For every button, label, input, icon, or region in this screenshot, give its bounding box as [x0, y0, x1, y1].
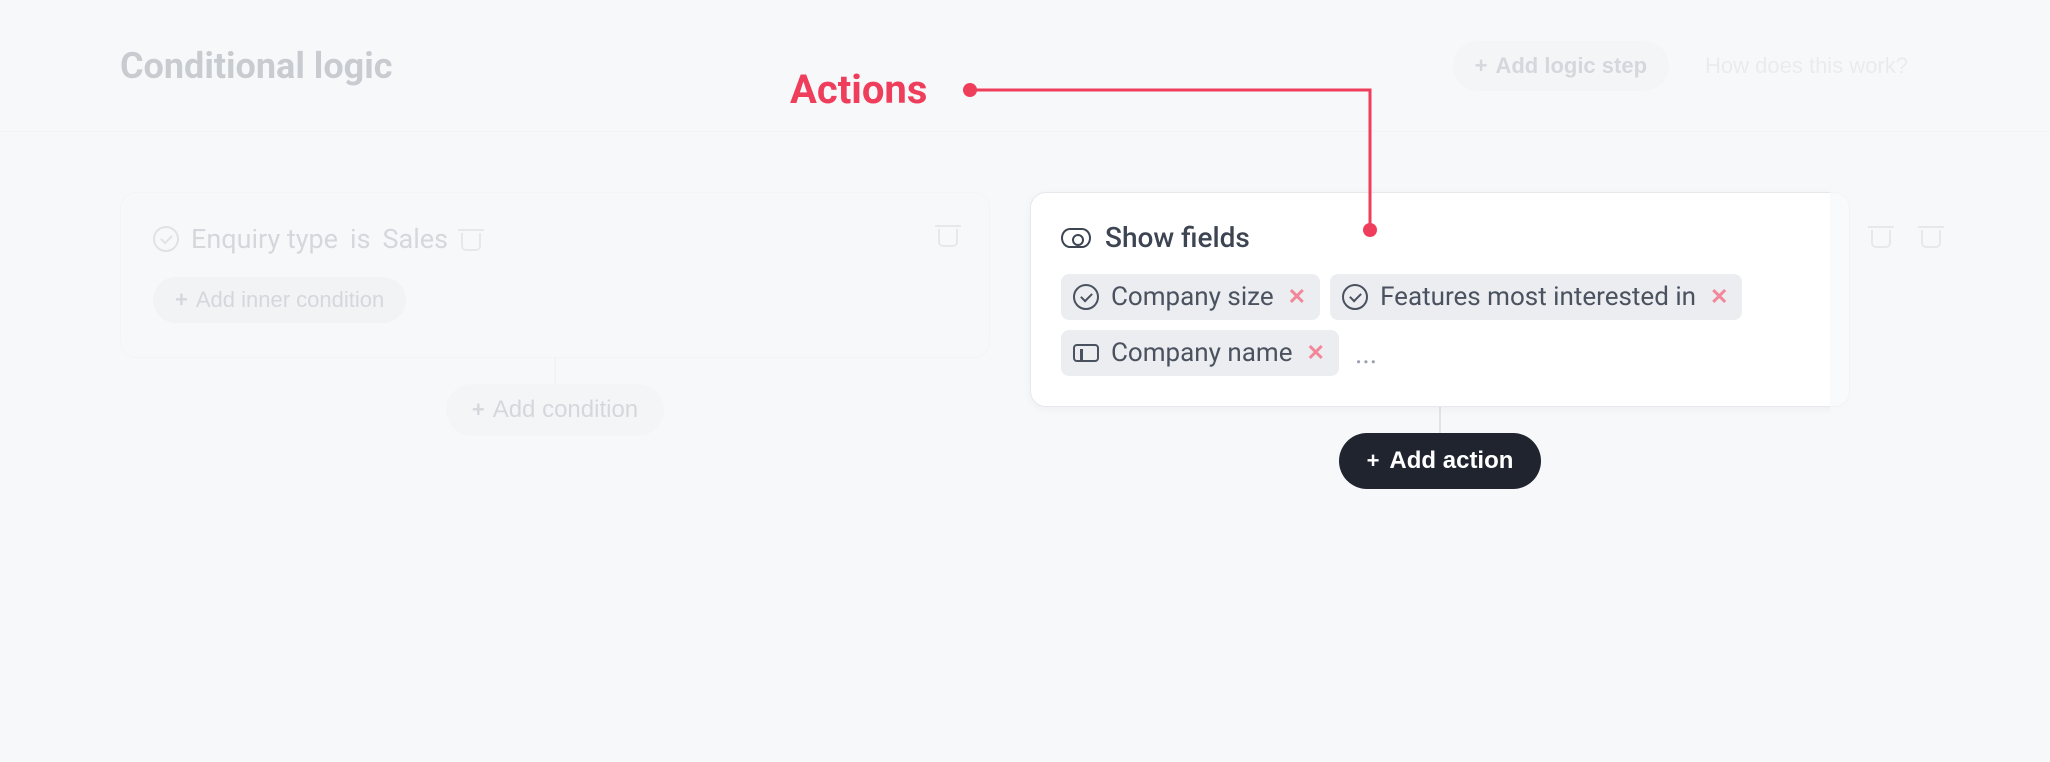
plus-icon: +	[1475, 55, 1488, 77]
connector-stub	[1439, 407, 1441, 433]
condition-row[interactable]: Enquiry type is Sales	[153, 223, 957, 255]
more-fields-menu[interactable]: ...	[1349, 337, 1383, 370]
trash-icon[interactable]	[937, 223, 959, 247]
page-title: Conditional logic	[120, 45, 393, 87]
add-condition-button[interactable]: + Add condition	[446, 384, 664, 436]
field-chip-label: Company name	[1111, 338, 1293, 368]
field-chip[interactable]: Features most interested in ✕	[1330, 274, 1742, 320]
field-chip[interactable]: Company name ✕	[1061, 330, 1339, 376]
logic-columns: Enquiry type is Sales + Add inner condit…	[0, 132, 2050, 489]
condition-card: Enquiry type is Sales + Add inner condit…	[120, 192, 990, 358]
connector-stub	[554, 358, 556, 384]
card-trash-group	[1870, 224, 1942, 248]
plus-icon: +	[175, 289, 188, 311]
condition-operator: is	[350, 223, 371, 255]
field-chip-label: Features most interested in	[1380, 282, 1696, 312]
action-field-chips: Company size ✕ Features most interested …	[1061, 274, 1819, 376]
add-logic-step-label: Add logic step	[1495, 53, 1647, 79]
add-condition-label: Add condition	[493, 396, 638, 424]
remove-chip-icon[interactable]: ✕	[1305, 341, 1327, 366]
how-link-label: How does this work?	[1705, 53, 1908, 79]
add-inner-condition-button[interactable]: + Add inner condition	[153, 277, 406, 323]
action-heading-row: Show fields	[1061, 221, 1819, 254]
add-action-button[interactable]: + Add action	[1339, 433, 1542, 489]
action-heading: Show fields	[1105, 221, 1250, 254]
circle-check-icon	[153, 226, 179, 252]
plus-icon: +	[1367, 450, 1380, 472]
trash-icon[interactable]	[1920, 224, 1942, 248]
field-chip-label: Company size	[1111, 282, 1274, 312]
how-does-this-work-link[interactable]: How does this work?	[1683, 41, 1930, 91]
remove-chip-icon[interactable]: ✕	[1286, 285, 1308, 310]
field-chip[interactable]: Company size ✕	[1061, 274, 1320, 320]
action-card: Show fields Company size ✕ Features most…	[1030, 192, 1850, 407]
remove-chip-icon[interactable]: ✕	[1708, 285, 1730, 310]
annotation-label: Actions	[790, 66, 927, 113]
textbox-icon	[1073, 344, 1099, 362]
eye-icon	[1061, 228, 1091, 248]
add-logic-step-button[interactable]: + Add logic step	[1453, 41, 1669, 91]
action-add-area: + Add action	[1030, 407, 1850, 489]
circle-check-icon	[1073, 284, 1099, 310]
plus-icon: +	[472, 399, 485, 421]
condition-field: Enquiry type	[191, 223, 338, 255]
add-action-label: Add action	[1389, 447, 1513, 475]
header-bar: Conditional logic + Add logic step How d…	[0, 0, 2050, 132]
trash-icon[interactable]	[460, 227, 482, 251]
circle-check-icon	[1342, 284, 1368, 310]
condition-value: Sales	[383, 223, 449, 255]
actions-column: Show fields Company size ✕ Features most…	[1030, 192, 1850, 489]
trash-icon[interactable]	[1870, 224, 1892, 248]
conditions-column: Enquiry type is Sales + Add inner condit…	[120, 192, 990, 436]
add-inner-condition-label: Add inner condition	[196, 287, 384, 313]
condition-add-area: + Add condition	[120, 358, 990, 436]
